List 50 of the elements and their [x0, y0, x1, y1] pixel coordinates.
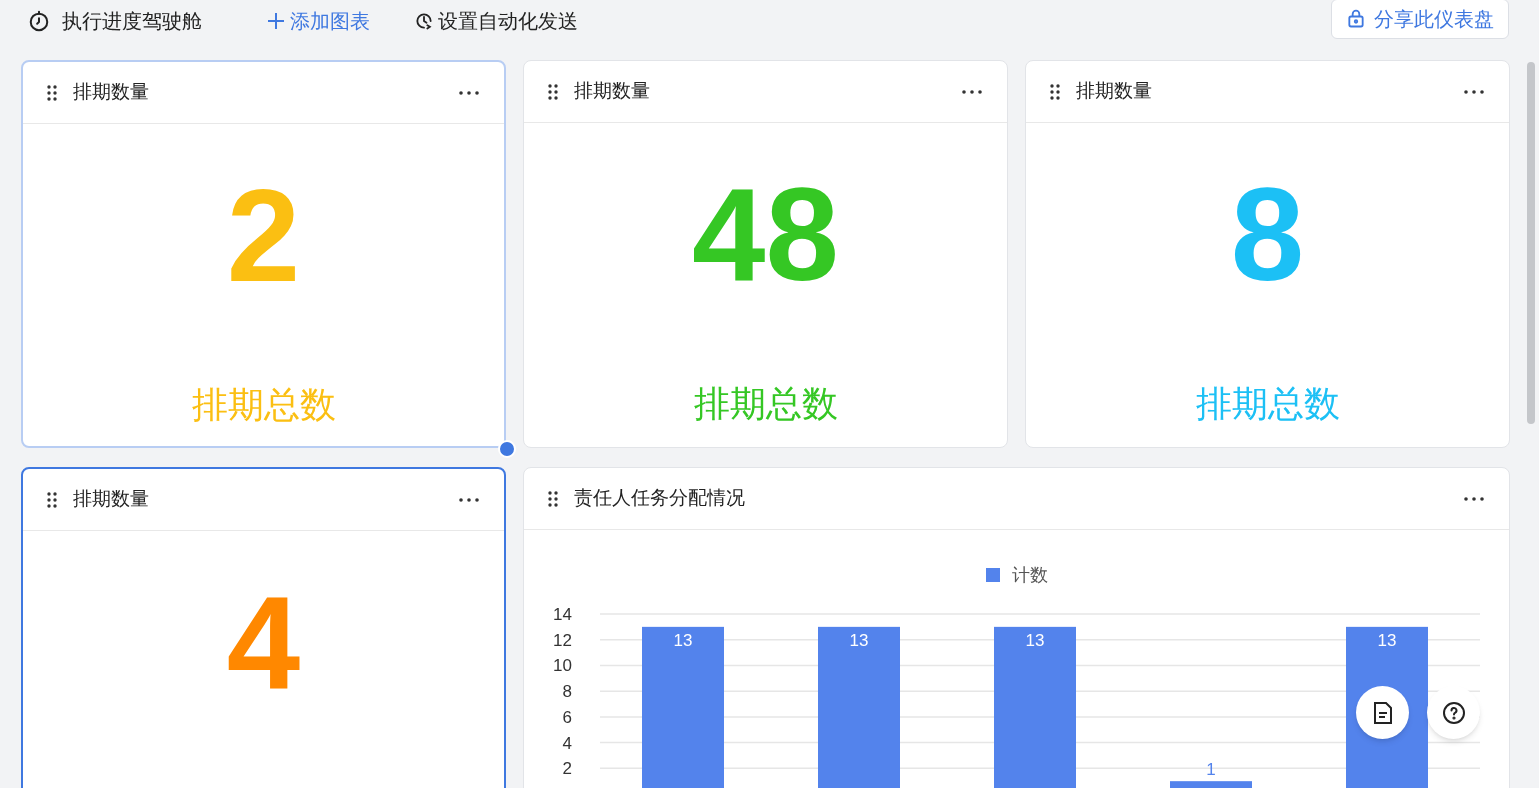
metric-value: 4: [226, 573, 301, 713]
axis-tick-label: 8: [562, 682, 572, 702]
bar-value-label: 13: [1025, 630, 1045, 650]
document-icon: [1371, 700, 1394, 725]
more-icon[interactable]: [961, 88, 983, 95]
share-button[interactable]: 分享此仪表盘: [1331, 0, 1509, 39]
timer-icon: [28, 10, 50, 32]
drag-handle-icon[interactable]: [548, 490, 558, 507]
clock-send-icon: [414, 11, 434, 31]
resize-handle[interactable]: [498, 440, 516, 458]
more-icon[interactable]: [458, 496, 480, 503]
axis-tick-label: 10: [553, 656, 572, 676]
card-title: 排期数量: [73, 80, 150, 105]
legend-label: 计数: [1011, 563, 1048, 587]
axis-tick-label: 6: [562, 707, 572, 727]
more-icon[interactable]: [1463, 88, 1485, 95]
metric-label: 排期总数: [693, 382, 838, 426]
drag-handle-icon[interactable]: [47, 491, 57, 508]
metric-card[interactable]: 排期数量 8 排期总数: [1025, 60, 1510, 448]
plus-icon: [266, 11, 286, 31]
more-icon[interactable]: [1463, 495, 1485, 502]
more-icon[interactable]: [458, 89, 480, 96]
automation-button[interactable]: 设置自动化发送: [414, 6, 578, 36]
add-chart-button[interactable]: 添加图表: [266, 6, 370, 36]
drag-handle-icon[interactable]: [548, 83, 558, 100]
bar-value-label: 13: [1377, 630, 1397, 650]
metric-value: 2: [226, 166, 301, 306]
axis-tick-label: 14: [553, 605, 572, 624]
drag-handle-icon[interactable]: [1050, 83, 1060, 100]
card-title: 排期数量: [73, 487, 150, 512]
bar-value-label: 13: [849, 630, 869, 650]
dashboard-title: 执行进度驾驶舱: [62, 9, 202, 34]
card-title: 排期数量: [1076, 79, 1153, 104]
metric-card[interactable]: 排期数量 48 排期总数: [523, 60, 1008, 448]
card-title: 排期数量: [574, 79, 651, 104]
help-icon: [1441, 700, 1466, 725]
metric-label: 排期总数: [191, 383, 336, 427]
axis-tick-label: 4: [562, 733, 572, 753]
lock-icon: [1346, 9, 1366, 29]
metric-label: 排期总数: [1195, 382, 1340, 426]
bar-value-label: 1: [1206, 760, 1216, 780]
metric-card[interactable]: 排期数量 2 排期总数: [21, 60, 506, 448]
axis-tick-label: 2: [562, 759, 572, 779]
drag-handle-icon[interactable]: [47, 84, 57, 101]
bar-value-label: 13: [673, 630, 693, 650]
axis-tick-label: 12: [553, 630, 572, 650]
metric-value: 48: [692, 165, 839, 305]
card-title: 责任人任务分配情况: [574, 486, 746, 511]
metric-value: 8: [1230, 165, 1305, 305]
metric-card[interactable]: 排期数量 4: [21, 467, 506, 788]
